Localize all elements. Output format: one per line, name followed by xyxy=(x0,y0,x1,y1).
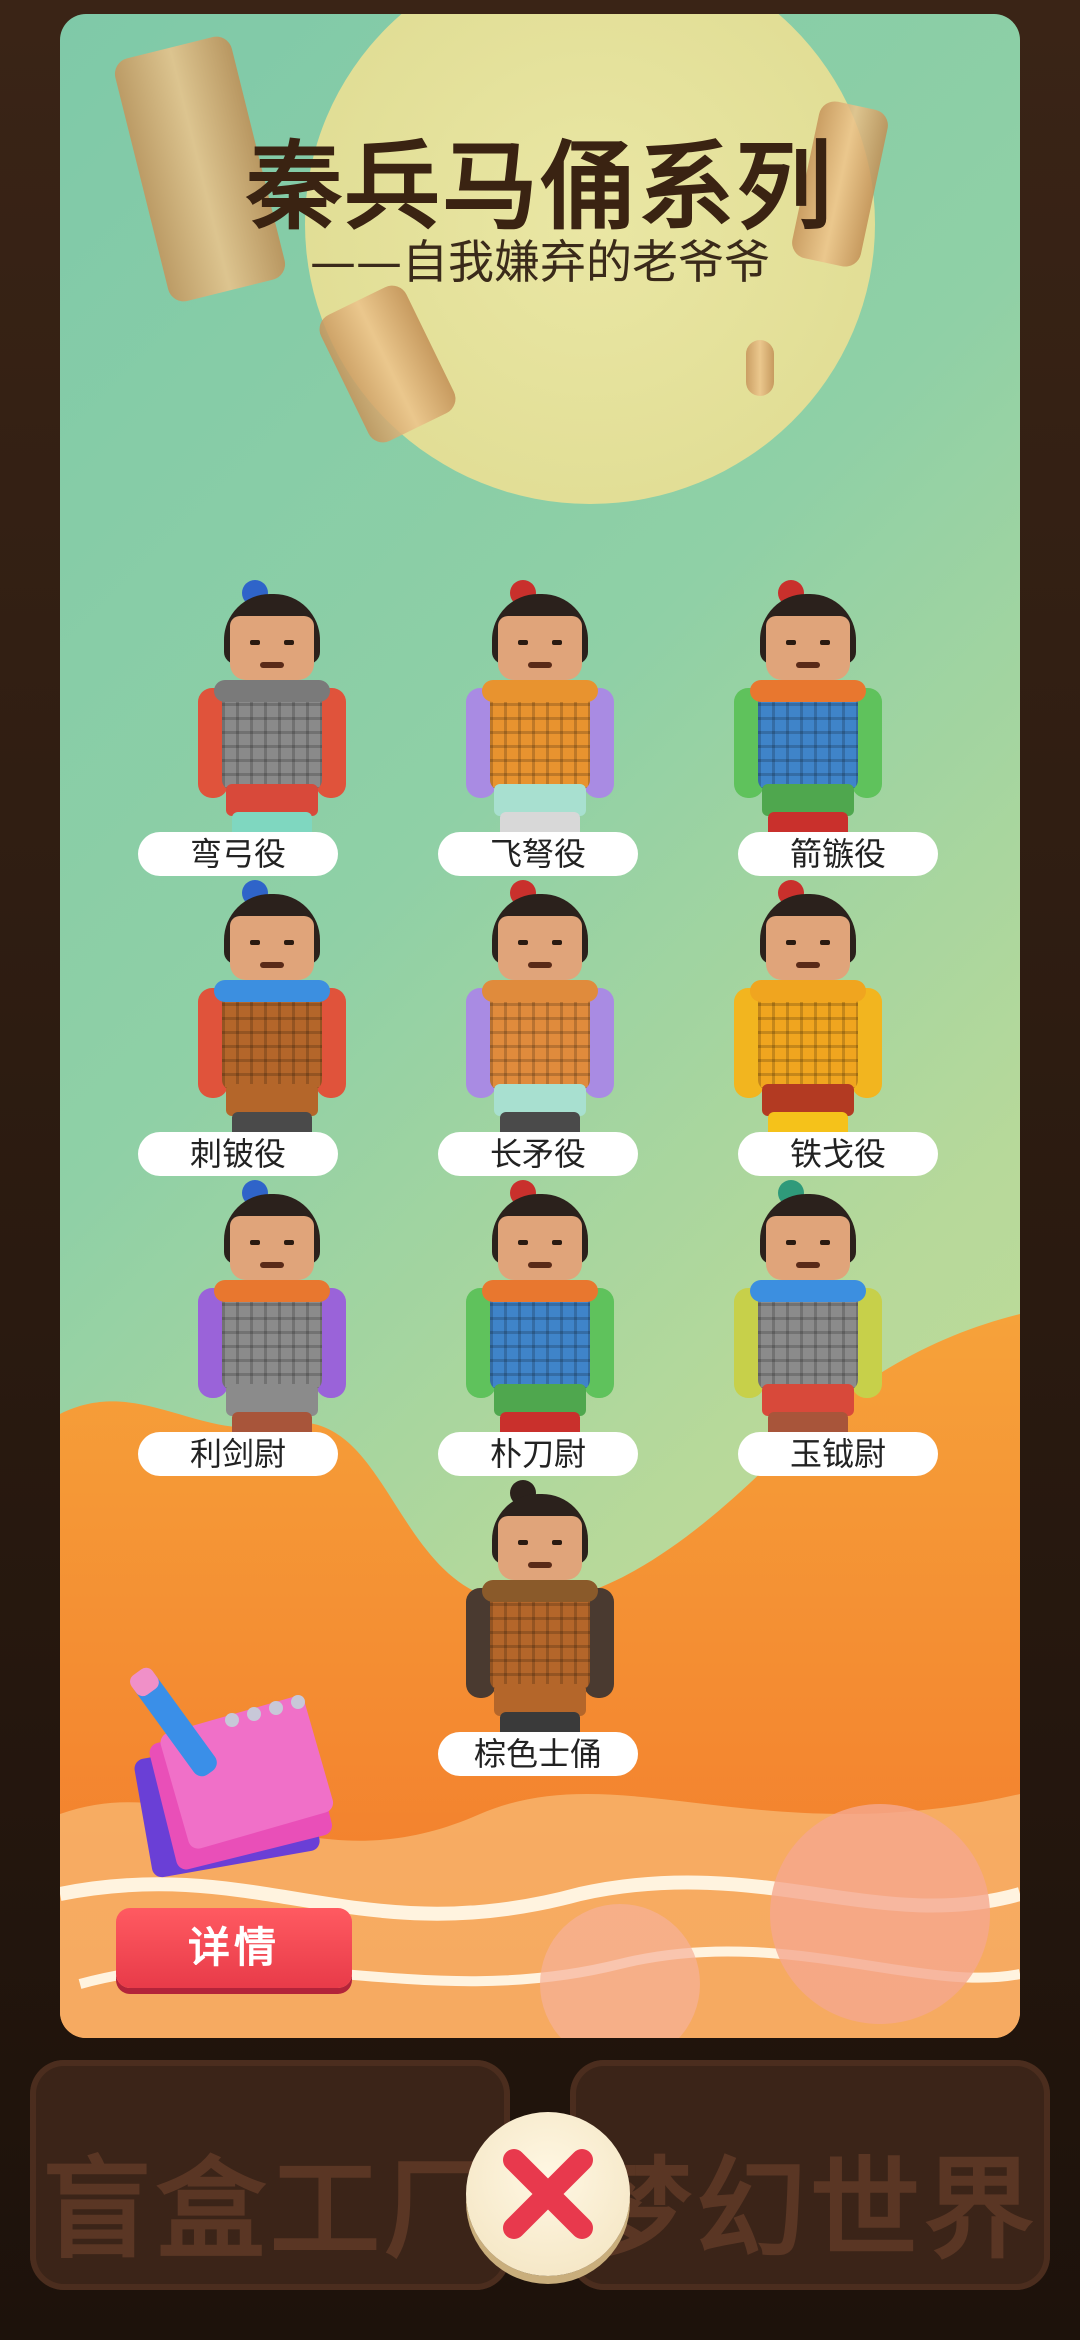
figure-face xyxy=(230,616,314,680)
figure-mouth xyxy=(528,962,552,968)
figure-5[interactable] xyxy=(440,880,640,1146)
close-button[interactable] xyxy=(466,2112,630,2276)
figure-armor xyxy=(490,690,590,790)
figure-eye xyxy=(250,640,260,645)
figure-label-10: 棕色士俑 xyxy=(438,1732,638,1776)
figure-mouth xyxy=(796,662,820,668)
figure-eye xyxy=(552,1240,562,1245)
figure-collar xyxy=(482,1580,598,1602)
figure-mouth xyxy=(260,1262,284,1268)
figure-eye xyxy=(284,940,294,945)
figure-collar xyxy=(482,980,598,1002)
figure-mouth xyxy=(796,1262,820,1268)
figure-armor xyxy=(490,1590,590,1690)
figure-armor xyxy=(222,990,322,1090)
close-x-icon xyxy=(503,2149,593,2239)
figure-label-9: 玉钺尉 xyxy=(738,1432,938,1476)
figure-eye xyxy=(518,1240,528,1245)
figure-label-8: 朴刀尉 xyxy=(438,1432,638,1476)
figure-eye xyxy=(820,640,830,645)
figure-collar xyxy=(214,680,330,702)
figure-collar xyxy=(750,680,866,702)
figure-collar xyxy=(214,980,330,1002)
figure-6[interactable] xyxy=(708,880,908,1146)
figure-collar xyxy=(214,1280,330,1302)
figure-armor xyxy=(490,1290,590,1390)
blind-box-factory-button: 盲盒工厂 xyxy=(30,2060,510,2290)
figure-label-2: 飞弩役 xyxy=(438,832,638,876)
figure-mouth xyxy=(528,1262,552,1268)
figure-face xyxy=(766,1216,850,1280)
figure-armor xyxy=(758,690,858,790)
figure-4[interactable] xyxy=(172,880,372,1146)
figure-9[interactable] xyxy=(708,1180,908,1446)
figure-face xyxy=(230,1216,314,1280)
figure-mouth xyxy=(260,962,284,968)
series-modal: 秦兵马俑系列 ——自我嫌弃的老爷爷 弯弓役 飞弩役 箭镞役 刺铍役 长矛役 铁戈… xyxy=(60,14,1020,2038)
blind-box-factory-label: 盲盒工厂 xyxy=(42,2146,498,2274)
figure-armor xyxy=(490,990,590,1090)
figure-mouth xyxy=(260,662,284,668)
figure-1[interactable] xyxy=(172,580,372,846)
figure-eye xyxy=(518,640,528,645)
figure-eye xyxy=(284,1240,294,1245)
figure-eye xyxy=(250,1240,260,1245)
figure-label-6: 铁戈役 xyxy=(738,1132,938,1176)
figure-face xyxy=(498,916,582,980)
figure-label-7: 利剑尉 xyxy=(138,1432,338,1476)
details-button[interactable]: 详情 xyxy=(116,1908,352,1988)
figure-3[interactable] xyxy=(708,580,908,846)
figure-eye xyxy=(552,640,562,645)
figure-face xyxy=(230,916,314,980)
figure-8[interactable] xyxy=(440,1180,640,1446)
figure-mouth xyxy=(528,1562,552,1568)
figure-eye xyxy=(820,1240,830,1245)
figure-mouth xyxy=(796,962,820,968)
figure-10[interactable] xyxy=(440,1480,640,1746)
figure-collar xyxy=(482,1280,598,1302)
figure-face xyxy=(766,616,850,680)
figure-2[interactable] xyxy=(440,580,640,846)
figure-label-1: 弯弓役 xyxy=(138,832,338,876)
notebook-pencil-icon xyxy=(130,1667,334,1878)
figure-collar xyxy=(482,680,598,702)
figure-face xyxy=(498,1516,582,1580)
figure-label-5: 长矛役 xyxy=(438,1132,638,1176)
dream-world-button: 梦幻世界 xyxy=(570,2060,1050,2290)
figure-armor xyxy=(222,690,322,790)
figure-eye xyxy=(552,1540,562,1545)
figure-eye xyxy=(250,940,260,945)
figure-eye xyxy=(518,940,528,945)
figure-collar xyxy=(750,980,866,1002)
figure-armor xyxy=(222,1290,322,1390)
series-subtitle: ——自我嫌弃的老爷爷 xyxy=(310,235,770,289)
figure-eye xyxy=(518,1540,528,1545)
figure-label-4: 刺铍役 xyxy=(138,1132,338,1176)
figure-armor xyxy=(758,990,858,1090)
figure-eye xyxy=(786,940,796,945)
figure-eye xyxy=(786,640,796,645)
figure-label-3: 箭镞役 xyxy=(738,832,938,876)
figure-face xyxy=(498,616,582,680)
figure-eye xyxy=(786,1240,796,1245)
figure-mouth xyxy=(528,662,552,668)
figure-eye xyxy=(552,940,562,945)
figure-eye xyxy=(820,940,830,945)
lantern-decoration xyxy=(746,340,774,396)
figure-eye xyxy=(284,640,294,645)
figure-face xyxy=(498,1216,582,1280)
figure-face xyxy=(766,916,850,980)
figure-armor xyxy=(758,1290,858,1390)
dream-world-label: 梦幻世界 xyxy=(582,2146,1038,2274)
figure-collar xyxy=(750,1280,866,1302)
figure-7[interactable] xyxy=(172,1180,372,1446)
